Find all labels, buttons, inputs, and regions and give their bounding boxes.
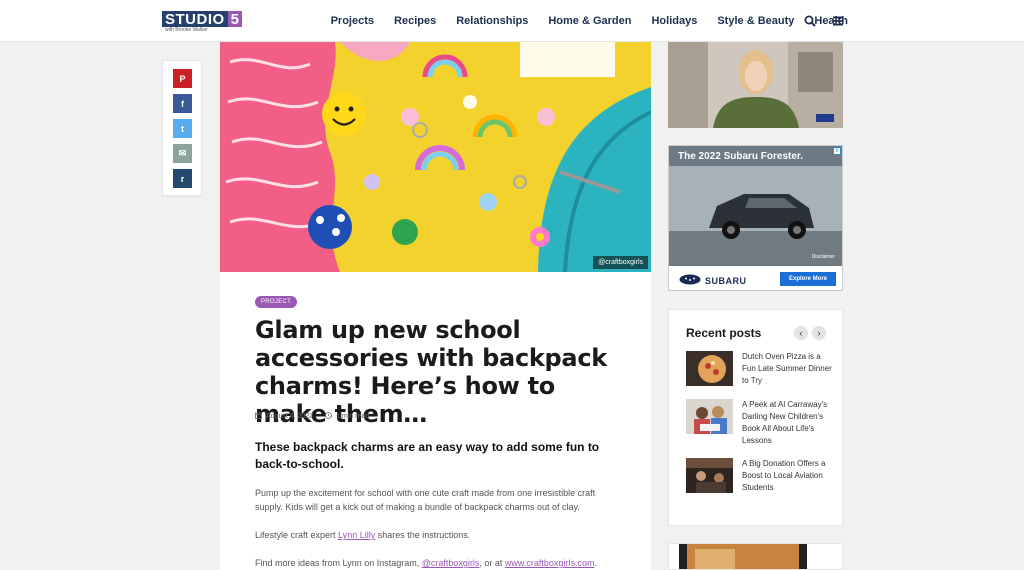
article-paragraph-2: Lifestyle craft expert Lynn Lilly shares…: [255, 528, 625, 542]
twitter-icon: t: [181, 123, 184, 134]
recent-posts-title: Recent posts: [686, 326, 762, 340]
reddit-icon: r: [180, 173, 185, 184]
ad-disclaimer[interactable]: Disclaimer: [812, 254, 835, 260]
twitter-share-button[interactable]: t: [173, 119, 192, 138]
search-icon[interactable]: [804, 14, 818, 28]
post-thumbnail[interactable]: [686, 399, 733, 434]
hero-image: @craftboxgirls: [220, 42, 651, 272]
article-paragraph-3: Find more ideas from Lynn on Instagram, …: [255, 556, 625, 570]
ad-brand: SUBARU: [679, 274, 747, 287]
paragraph-text: Lifestyle craft expert: [255, 530, 339, 540]
explore-more-button[interactable]: Explore More: [780, 272, 836, 286]
paragraph-text: shares the instructions.: [375, 530, 471, 540]
photo-credit: @craftboxgirls: [593, 256, 648, 269]
article-lead: These backpack charms are an easy way to…: [255, 440, 600, 471]
post-title[interactable]: A Big Donation Offers a Boost to Local A…: [742, 458, 832, 494]
website-link[interactable]: www.craftboxgirls.com: [505, 558, 595, 568]
nav-home-garden[interactable]: Home & Garden: [548, 15, 631, 27]
nav-style-beauty[interactable]: Style & Beauty: [717, 15, 794, 27]
logo-number: 5: [227, 11, 243, 27]
paragraph-text: .: [594, 558, 597, 568]
site-logo[interactable]: STUDIO 5 with Brooke Walker: [162, 11, 243, 33]
ad-brand-name: SUBARU: [705, 275, 747, 286]
video-player[interactable]: [668, 42, 843, 128]
email-icon: ✉: [178, 148, 187, 158]
site-header: STUDIO 5 with Brooke Walker Projects Rec…: [0, 0, 1024, 42]
category-badge[interactable]: PROJECT: [255, 296, 298, 308]
facebook-icon: f: [181, 98, 184, 109]
ad-choices-icon[interactable]: x: [833, 147, 841, 155]
pinterest-share-button[interactable]: P: [173, 69, 192, 88]
calendar-icon: [255, 412, 262, 421]
facebook-share-button[interactable]: f: [173, 94, 192, 113]
publish-date: August 4, 2022: [266, 413, 314, 420]
post-title[interactable]: Dutch Oven Pizza is a Fun Late Summer Di…: [742, 351, 832, 387]
chevron-right-icon[interactable]: ›: [812, 326, 826, 340]
article-paragraph-1: Pump up the excitement for school with o…: [255, 488, 596, 512]
subaru-logo-icon: [679, 274, 701, 287]
nav-relationships[interactable]: Relationships: [456, 15, 528, 27]
email-share-button[interactable]: ✉: [173, 144, 192, 163]
share-bar: P f t ✉ r: [162, 60, 202, 196]
lynn-lilly-link[interactable]: Lynn Lilly: [338, 530, 375, 540]
chevron-left-icon[interactable]: ‹: [794, 326, 808, 340]
logo-text: STUDIO: [162, 11, 228, 27]
post-thumbnail[interactable]: [686, 458, 733, 493]
paragraph-text: Find more ideas from Lynn on Instagram,: [255, 558, 422, 568]
menu-icon[interactable]: [833, 14, 847, 28]
post-title[interactable]: A Peek at Al Carraway's Darling New Chil…: [742, 399, 832, 447]
post-thumbnail[interactable]: [686, 351, 733, 386]
pinterest-icon: P: [179, 73, 186, 84]
ad-footer: SUBARU Explore More: [669, 266, 842, 290]
article: @craftboxgirls PROJECT Glam up new schoo…: [220, 42, 651, 570]
clock-icon: [325, 412, 332, 421]
ad-headline: The 2022 Subaru Forester.: [669, 146, 842, 166]
next-widget: [668, 543, 843, 570]
nav-recipes[interactable]: Recipes: [394, 15, 436, 27]
logo-tagline: with Brooke Walker: [165, 27, 208, 33]
recent-posts-widget: Recent posts ‹ › Dutch Oven Pizza is a F…: [668, 309, 843, 526]
read-time: 1 min read: [336, 413, 370, 420]
main-nav: Projects Recipes Relationships Home & Ga…: [311, 0, 848, 42]
article-meta: August 4, 2022 1 min read: [255, 412, 369, 421]
nav-holidays[interactable]: Holidays: [651, 15, 697, 27]
paragraph-text: , or at: [479, 558, 505, 568]
reddit-share-button[interactable]: r: [173, 169, 192, 188]
instagram-link[interactable]: @craftboxgirls: [422, 558, 480, 568]
nav-projects[interactable]: Projects: [331, 15, 374, 27]
subaru-ad[interactable]: The 2022 Subaru Forester. x Disclaimer S…: [668, 145, 843, 291]
